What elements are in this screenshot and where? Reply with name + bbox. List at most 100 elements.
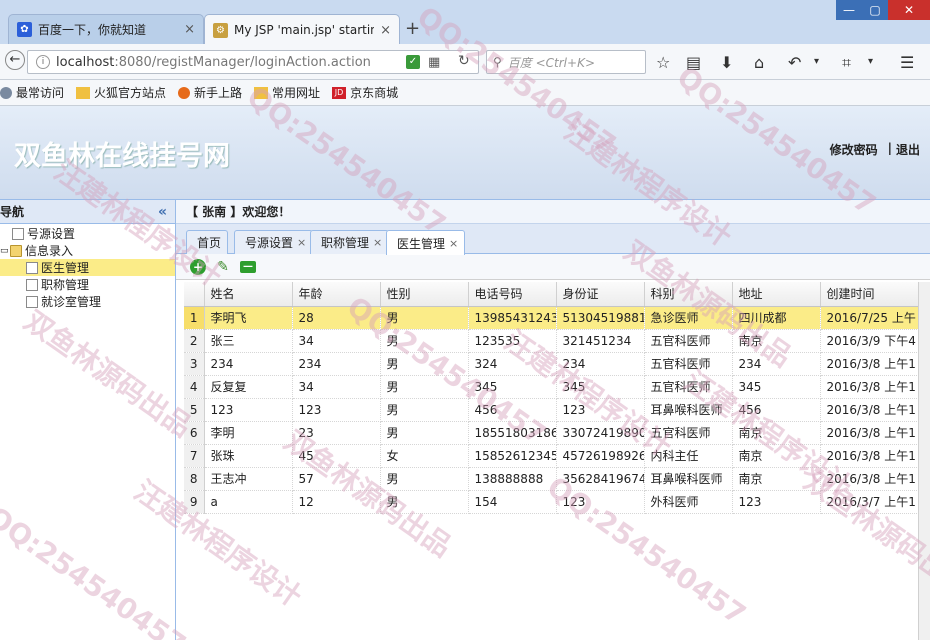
close-window-button[interactable]: ✕ bbox=[888, 0, 930, 20]
table-cell: 南京 bbox=[732, 467, 821, 491]
logout-link[interactable]: 退出 bbox=[896, 141, 920, 158]
sidebar-item-label: 号源设置 bbox=[27, 227, 76, 241]
bookmark-label: 最常访问 bbox=[16, 86, 65, 100]
file-icon bbox=[26, 278, 38, 291]
download-icon[interactable]: ⬇ bbox=[720, 53, 733, 72]
sidebar-item-source-settings[interactable]: 号源设置 bbox=[0, 225, 175, 242]
reload-icon[interactable]: ↻ bbox=[458, 53, 470, 69]
reading-list-icon[interactable]: ▤ bbox=[686, 53, 701, 72]
table-cell: 男 bbox=[380, 490, 469, 514]
edit-pencil-icon[interactable]: ✎ bbox=[215, 259, 231, 275]
jsp-page-icon: ⚙ bbox=[213, 22, 228, 38]
dropdown-icon[interactable]: ▾ bbox=[814, 56, 819, 67]
home-icon[interactable]: ⌂ bbox=[754, 53, 764, 72]
column-header[interactable]: 年龄 bbox=[292, 282, 381, 307]
tab-title-management[interactable]: 职称管理 × bbox=[310, 230, 390, 254]
table-row[interactable]: 9 a 12 男 154 123 外科医师 123 2016/3/7 上午1 bbox=[184, 490, 929, 514]
bookmark-most-visited[interactable]: 最常访问 bbox=[0, 84, 64, 101]
tree-expander-icon[interactable]: ▭ bbox=[0, 246, 10, 256]
new-tab-button[interactable]: + bbox=[405, 18, 420, 39]
close-tab-icon[interactable]: × bbox=[380, 23, 391, 38]
table-row[interactable]: 5 123 123 男 456 123 耳鼻喉科医师 456 2016/3/8 上午1 bbox=[184, 398, 929, 422]
bookmark-jd[interactable]: JD 京东商城 bbox=[332, 84, 398, 101]
tab-doctor-management[interactable]: 医生管理 × bbox=[386, 230, 466, 255]
change-password-link[interactable]: 修改密码 bbox=[830, 141, 878, 158]
grid-header-row: 姓名 年龄 性别 电话号码 身份证 科别 地址 创建时间 bbox=[184, 282, 929, 307]
table-cell: 外科医师 bbox=[644, 490, 733, 514]
bookmark-getting-started[interactable]: 新手上路 bbox=[178, 84, 242, 101]
table-cell: 23 bbox=[292, 421, 381, 445]
close-tab-icon[interactable]: × bbox=[184, 22, 195, 37]
table-cell: 345 bbox=[556, 375, 645, 399]
bookmark-common-sites[interactable]: 常用网址 bbox=[254, 84, 320, 101]
qr-code-icon[interactable]: ▦ bbox=[428, 55, 440, 70]
table-cell: 五官科医师 bbox=[644, 421, 733, 445]
table-cell: 345 bbox=[732, 375, 821, 399]
vertical-scrollbar[interactable] bbox=[918, 282, 930, 640]
table-cell: 12 bbox=[292, 490, 381, 514]
column-header[interactable]: 创建时间 bbox=[820, 282, 929, 307]
url-text: localhost:8080/registManager/loginAction… bbox=[56, 55, 371, 70]
sidebar-header: 导航 « bbox=[0, 200, 175, 224]
column-header[interactable]: 性别 bbox=[380, 282, 469, 307]
browser-tab-baidu[interactable]: ✿ 百度一下，你就知道 × bbox=[8, 14, 204, 44]
column-header[interactable]: 科别 bbox=[644, 282, 733, 307]
bookmark-firefox-site[interactable]: 火狐官方站点 bbox=[76, 84, 166, 101]
maximize-button[interactable]: ▢ bbox=[862, 0, 888, 20]
sidebar-item-clinic-room-management[interactable]: 就诊室管理 bbox=[0, 293, 175, 310]
table-row[interactable]: 2 张三 34 男 123535 321451234 五官科医师 南京 2016/3/9 下午4 bbox=[184, 329, 929, 353]
add-icon[interactable]: + bbox=[190, 258, 206, 275]
close-tab-icon[interactable]: × bbox=[449, 237, 458, 250]
table-cell: 耳鼻喉科医师 bbox=[644, 398, 733, 422]
tab-source-settings[interactable]: 号源设置 × bbox=[234, 230, 314, 254]
table-cell: a bbox=[204, 490, 293, 514]
table-cell: 内科主任 bbox=[644, 444, 733, 468]
table-row[interactable]: 6李明23男185518031863307241989092五官科医师南京201… bbox=[184, 421, 929, 445]
minimize-button[interactable]: — bbox=[836, 0, 862, 20]
row-number: 7 bbox=[184, 444, 205, 468]
column-header[interactable]: 身份证 bbox=[556, 282, 645, 307]
bookmark-label: 新手上路 bbox=[194, 86, 243, 100]
column-header[interactable]: 地址 bbox=[732, 282, 821, 307]
tab-label: 职称管理 bbox=[321, 236, 370, 250]
sidebar-item-doctor-management[interactable]: 医生管理 bbox=[0, 259, 175, 276]
table-cell: 男 bbox=[380, 352, 469, 376]
column-header[interactable]: 电话号码 bbox=[468, 282, 557, 307]
sidebar-item-info-entry[interactable]: ▭ 信息录入 bbox=[0, 242, 175, 259]
info-icon[interactable]: i bbox=[36, 55, 50, 69]
undo-icon[interactable]: ↶ bbox=[788, 53, 801, 72]
tab-home[interactable]: 首页 bbox=[186, 230, 229, 254]
delete-icon[interactable]: — bbox=[240, 260, 256, 273]
shield-icon[interactable]: ✓ bbox=[406, 55, 420, 69]
menu-icon[interactable]: ☰ bbox=[900, 53, 914, 72]
table-row[interactable]: 1李明飞28男13985431243513045198812C急诊医师四川成都2… bbox=[184, 306, 929, 330]
row-number: 5 bbox=[184, 398, 205, 422]
table-row[interactable]: 8王志冲57男1388888883562841967458耳鼻喉科医师南京201… bbox=[184, 467, 929, 491]
back-arrow-icon[interactable]: ← bbox=[5, 50, 25, 70]
browser-nav-bar: ← i localhost:8080/registManager/loginAc… bbox=[0, 44, 930, 80]
collapse-icon[interactable]: « bbox=[158, 204, 167, 220]
browser-tab-main[interactable]: ⚙ My JSP 'main.jsp' startin... × bbox=[204, 14, 400, 45]
close-tab-icon[interactable]: × bbox=[373, 236, 382, 249]
column-header[interactable]: 姓名 bbox=[204, 282, 293, 307]
table-cell: 2016/3/8 上午1 bbox=[820, 467, 929, 491]
table-cell: 123 bbox=[204, 398, 293, 422]
table-cell: 2016/3/8 上午1 bbox=[820, 444, 929, 468]
sidebar-item-title-management[interactable]: 职称管理 bbox=[0, 276, 175, 293]
crop-icon[interactable]: ⌗ bbox=[842, 53, 851, 73]
close-tab-icon[interactable]: × bbox=[297, 236, 306, 249]
table-cell: 123 bbox=[556, 490, 645, 514]
table-row[interactable]: 3 234 234 男 324 234 五官科医师 234 2016/3/8 上午1 bbox=[184, 352, 929, 376]
bookmark-star-icon[interactable]: ☆ bbox=[656, 53, 670, 72]
table-cell: 2016/3/8 上午1 bbox=[820, 352, 929, 376]
search-input[interactable]: ⚲ 百度 <Ctrl+K> bbox=[486, 50, 646, 74]
table-row[interactable]: 7张珠45女158526123454572619892645内科主任南京2016… bbox=[184, 444, 929, 468]
main-panel: 【 张南 】欢迎您！ 首页 号源设置 × 职称管理 × 医生管理 × + ✎ — 姓名… bbox=[176, 200, 930, 640]
table-cell: 南京 bbox=[732, 421, 821, 445]
welcome-message: 【 张南 】欢迎您！ bbox=[176, 200, 930, 224]
dropdown-icon[interactable]: ▾ bbox=[868, 56, 873, 67]
url-bar[interactable]: i localhost:8080/registManager/loginActi… bbox=[27, 50, 479, 74]
table-row[interactable]: 4 反复复 34 男 345 345 五官科医师 345 2016/3/8 上午1 bbox=[184, 375, 929, 399]
bookmark-label: 火狐官方站点 bbox=[94, 86, 167, 100]
table-cell: 南京 bbox=[732, 329, 821, 353]
